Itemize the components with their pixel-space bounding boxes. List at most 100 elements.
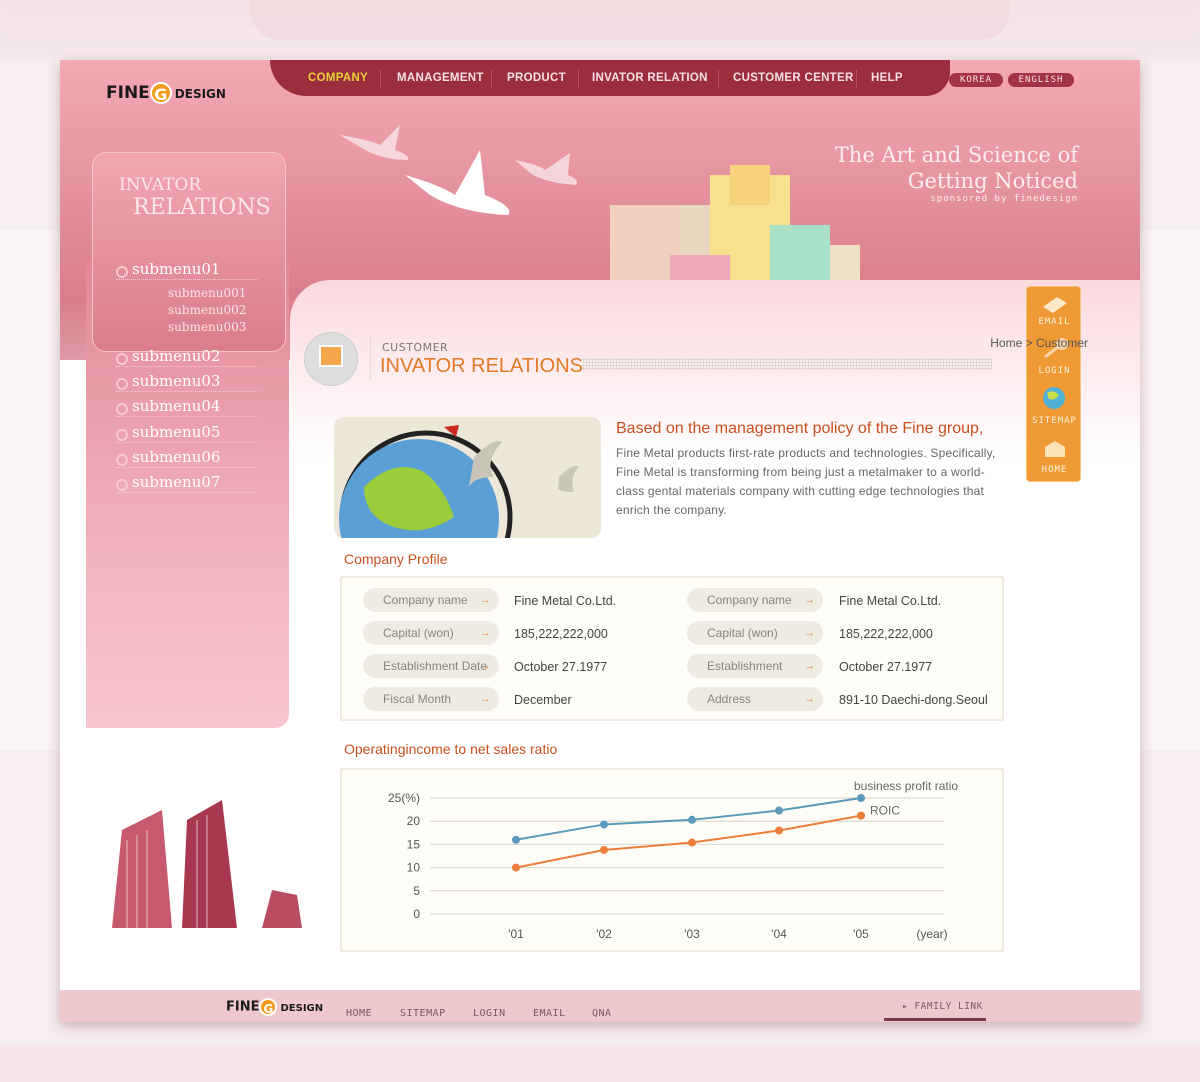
quick-menu: EMAIL LOGIN SITEMAP HOME <box>1026 286 1081 482</box>
chart-section-title: Operatingincome to net sales ratio <box>344 741 558 757</box>
quick-home[interactable]: HOME <box>1027 465 1082 475</box>
footer-link-sitemap[interactable]: SITEMAP <box>400 1008 446 1019</box>
data-point <box>512 863 520 872</box>
house-icon <box>1045 441 1065 457</box>
breadcrumb: Home > Customer <box>990 336 1088 350</box>
sidebar-subitem[interactable]: submenu001 <box>168 286 246 300</box>
sidebar-item-submenu07[interactable]: submenu07 <box>116 472 258 493</box>
footer-link-home[interactable]: HOME <box>346 1008 372 1019</box>
logo-g-icon: G <box>149 82 172 104</box>
arrow-right-icon: → <box>480 627 491 639</box>
profile-value: October 27.1977 <box>839 660 933 674</box>
data-point <box>775 806 783 815</box>
sidebar-item-submenu06[interactable]: submenu06 <box>116 447 258 468</box>
background-left <box>0 230 60 750</box>
quick-login[interactable]: LOGIN <box>1027 366 1082 376</box>
page-category: CUSTOMER <box>382 341 449 354</box>
hero-tagline: The Art and Science of Getting Noticed s… <box>835 142 1078 204</box>
footer-link-qna[interactable]: QNA <box>592 1008 612 1019</box>
nav-product[interactable]: PRODUCT <box>507 72 566 84</box>
sidebar-item-submenu01[interactable]: submenu01 <box>116 259 258 280</box>
quick-email[interactable]: EMAIL <box>1027 317 1082 327</box>
nav-company[interactable]: COMPANY <box>308 72 368 84</box>
lang-english-button[interactable]: ENGLISH <box>1008 73 1074 87</box>
data-point <box>857 811 865 820</box>
family-link-underline <box>884 1018 986 1021</box>
y-tick-label: 0 <box>413 907 420 921</box>
y-tick-label: 15 <box>407 837 421 851</box>
x-tick-label: '03 <box>684 927 700 941</box>
background-bottom <box>0 1045 1200 1082</box>
family-link-select[interactable]: ▸ FAMILY LINK <box>902 1001 983 1012</box>
profile-value: December <box>514 693 572 707</box>
series-label: ROIC <box>870 804 900 818</box>
data-point <box>688 838 696 847</box>
quick-sitemap[interactable]: SITEMAP <box>1027 416 1082 426</box>
profile-value: October 27.1977 <box>514 660 608 674</box>
sidebar-subitem[interactable]: submenu002 <box>168 303 246 317</box>
sidebar-title: INVATOR <box>119 175 202 195</box>
profile-value: 891-10 Daechi-dong.Seoul <box>839 693 988 707</box>
sidebar-subitem[interactable]: submenu003 <box>168 320 246 334</box>
x-tick-label: '04 <box>771 927 787 941</box>
profile-label: Address → <box>687 687 823 711</box>
data-point <box>600 820 608 829</box>
logo-text: FINE <box>106 83 150 103</box>
nav-invator-relation[interactable]: INVATOR RELATION <box>592 72 708 84</box>
profile-label: Fiscal Month → <box>363 687 499 711</box>
breadcrumb-home[interactable]: Home <box>990 336 1022 350</box>
arrow-right-icon: → <box>480 660 491 672</box>
sidebar-item-submenu04[interactable]: submenu04 <box>116 396 258 417</box>
line-chart: 0 5 10 15 20 25(%) '01 '02 '03 '04 '05 (year) busine… <box>388 779 958 941</box>
chart-box: 0 5 10 15 20 25(%) '01 '02 '03 '04 '05 (year) busine… <box>340 768 1004 952</box>
profile-label: Company name → <box>687 588 823 612</box>
profile-label: Establishment → <box>687 654 823 678</box>
globe-image <box>334 417 601 538</box>
profile-value: 185,222,222,000 <box>839 627 933 641</box>
sidebar-item-submenu03[interactable]: submenu03 <box>116 371 258 392</box>
logo[interactable]: FINE G DESIGN <box>106 82 226 104</box>
divider <box>370 336 371 380</box>
background-ghost-nav <box>250 0 1010 40</box>
x-axis-label: (year) <box>916 927 947 941</box>
arrow-right-icon: → <box>804 594 815 606</box>
footer-link-email[interactable]: EMAIL <box>533 1008 566 1019</box>
y-tick-label: 20 <box>407 814 421 828</box>
footer-link-login[interactable]: LOGIN <box>473 1008 506 1019</box>
envelope-icon <box>1043 297 1067 313</box>
divider <box>578 70 579 88</box>
profile-label: Capital (won) → <box>687 621 823 645</box>
nav-help[interactable]: HELP <box>871 72 903 84</box>
background-right <box>1140 230 1200 750</box>
lang-korea-button[interactable]: KOREA <box>949 73 1003 87</box>
divider <box>718 70 719 88</box>
profile-value: Fine Metal Co.Ltd. <box>514 594 617 608</box>
main-nav: COMPANY MANAGEMENT PRODUCT INVATOR RELAT… <box>270 60 950 96</box>
arrow-right-icon: → <box>480 693 491 705</box>
profile-value: Fine Metal Co.Ltd. <box>839 594 942 608</box>
sidebar-item-submenu05[interactable]: submenu05 <box>116 422 258 443</box>
nav-customer-center[interactable]: CUSTOMER CENTER <box>733 72 854 84</box>
arrow-right-icon: → <box>480 594 491 606</box>
intro-heading: Based on the management policy of the Fi… <box>616 420 984 437</box>
y-tick-label: 25(%) <box>388 791 420 805</box>
x-tick-label: '02 <box>596 927 612 941</box>
profile-value: 185,222,222,000 <box>514 627 608 641</box>
title-dots <box>582 358 992 370</box>
tagline-line: The Art and Science of <box>834 143 1078 167</box>
divider <box>491 70 492 88</box>
breadcrumb-separator: > <box>1025 336 1033 350</box>
footer-logo[interactable]: FINE G DESIGN <box>226 998 323 1016</box>
logo-text: DESIGN <box>174 87 226 101</box>
footer: FINE G DESIGN HOME SITEMAP LOGIN EMAIL QNA… <box>60 990 1140 1022</box>
nav-management[interactable]: MANAGEMENT <box>397 72 484 84</box>
logo-g-icon: G <box>259 998 278 1016</box>
tagline-sponsor: sponsored by finedesign <box>930 194 1078 204</box>
series-label: business profit ratio <box>854 779 958 793</box>
page-card: FINE G DESIGN COMPANY MANAGEMENT PRODUCT I… <box>60 60 1140 1022</box>
profile-label: Capital (won) → <box>363 621 499 645</box>
arrow-right-icon: → <box>804 660 815 672</box>
sidebar-item-submenu02[interactable]: submenu02 <box>116 346 258 367</box>
tagline-line: Getting Noticed <box>907 169 1078 193</box>
divider <box>380 70 381 88</box>
